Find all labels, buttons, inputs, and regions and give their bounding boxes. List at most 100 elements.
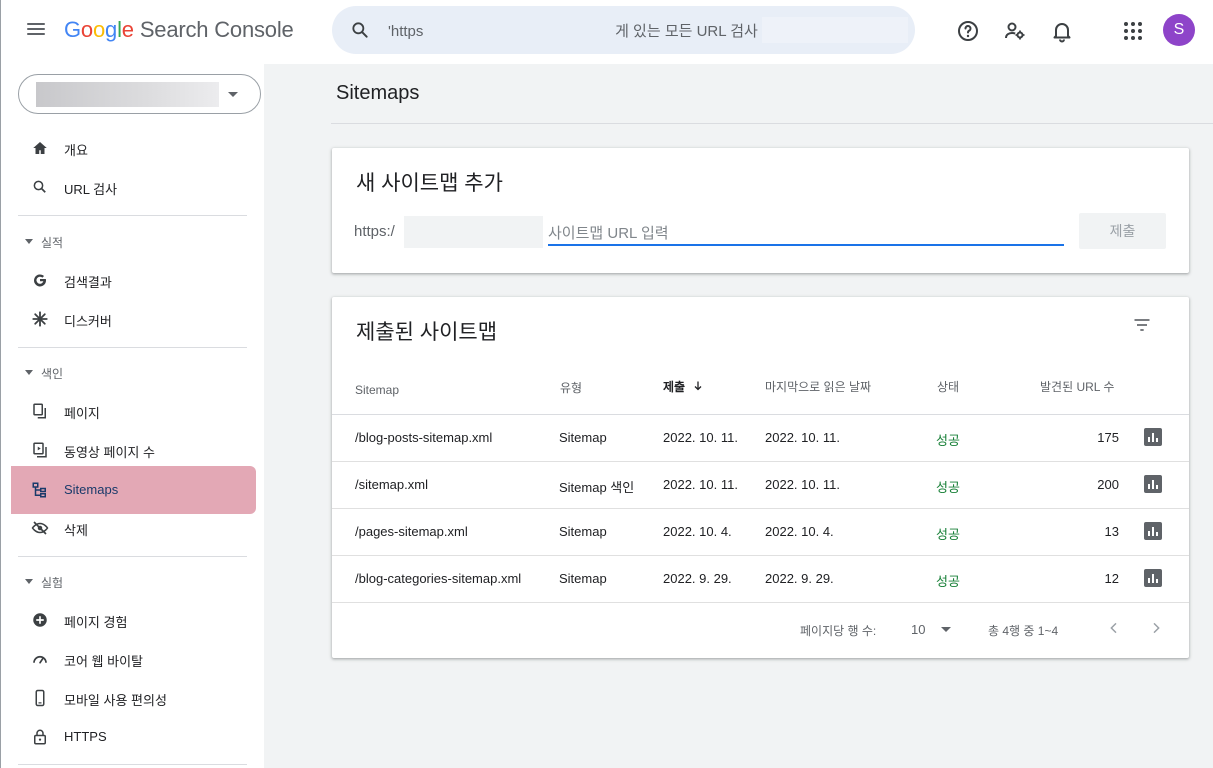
rows-per-page-select[interactable]: 10 xyxy=(911,622,925,637)
sidebar-section-performance[interactable]: 실적 xyxy=(1,232,251,252)
discovered-url-count: 12 xyxy=(1104,571,1119,586)
add-sitemap-title: 새 사이트맵 추가 xyxy=(356,172,503,195)
phone-icon xyxy=(35,689,45,707)
collapse-triangle-icon xyxy=(25,239,33,244)
sidebar-divider xyxy=(18,215,247,216)
table-header: Sitemap 유형 제출 마지막으로 읽은 날짜 상태 발견된 URL 수 xyxy=(332,375,1189,415)
sidebar-section-indexing[interactable]: 색인 xyxy=(1,363,251,383)
table-row[interactable]: /sitemap.xml Sitemap 색인 2022. 10. 11. 20… xyxy=(332,462,1189,509)
col-type[interactable]: 유형 xyxy=(560,379,582,396)
account-avatar[interactable]: S xyxy=(1163,14,1195,46)
submitted-date: 2022. 10. 11. xyxy=(663,477,738,492)
sidebar-item-search-results[interactable]: 검색결과 xyxy=(1,261,251,299)
status-badge: 성공 xyxy=(936,433,960,448)
bar-chart-icon[interactable] xyxy=(1144,522,1162,540)
gauge-icon xyxy=(33,655,47,664)
table-pagination: 페이지당 행 수: 10 총 4행 중 1~4 xyxy=(332,615,1189,643)
submitted-date: 2022. 10. 11. xyxy=(663,430,738,445)
title-divider xyxy=(331,123,1213,124)
pages-icon xyxy=(33,403,46,419)
manage-users-icon[interactable] xyxy=(1003,19,1027,43)
sidebar-item-page-experience[interactable]: 페이지 경험 xyxy=(1,601,251,639)
submitted-date: 2022. 10. 4. xyxy=(663,524,732,539)
submitted-sitemaps-card: 제출된 사이트맵 Sitemap 유형 제출 마지막으로 읽은 날짜 상태 발견… xyxy=(332,297,1189,658)
product-name: Search Console xyxy=(139,17,294,42)
bar-chart-icon[interactable] xyxy=(1144,569,1162,587)
bar-chart-icon[interactable] xyxy=(1144,475,1162,493)
col-submitted[interactable]: 제출 xyxy=(663,378,704,395)
last-read-date: 2022. 9. 29. xyxy=(765,571,834,586)
page-title: Sitemaps xyxy=(336,82,420,104)
status-badge: 성공 xyxy=(936,480,960,495)
search-console-logo[interactable]: Google Search Console xyxy=(64,17,294,43)
sidebar-item-url-inspection[interactable]: URL 검사 xyxy=(1,168,251,206)
search-icon xyxy=(33,180,46,193)
submitted-sitemaps-title: 제출된 사이트맵 xyxy=(356,321,498,344)
eye-off-icon xyxy=(31,521,49,535)
sidebar-item-sitemaps[interactable]: Sitemaps xyxy=(11,466,256,514)
video-pages-icon xyxy=(33,442,47,458)
submit-sitemap-button[interactable]: 제출 xyxy=(1079,213,1166,249)
status-badge: 성공 xyxy=(936,574,960,589)
rows-per-page-caret-icon[interactable] xyxy=(941,627,951,632)
sidebar-item-removals[interactable]: 삭제 xyxy=(1,509,251,547)
sitemap-url-prefix: https:/ xyxy=(354,223,395,240)
sitemap-path: /sitemap.xml xyxy=(355,477,428,492)
url-inspection-search-bar[interactable] xyxy=(332,6,915,54)
help-icon[interactable] xyxy=(956,19,980,43)
col-status[interactable]: 상태 xyxy=(937,378,959,395)
sitemap-path: /blog-posts-sitemap.xml xyxy=(355,430,493,445)
sitemap-type: Sitemap 색인 xyxy=(559,480,635,495)
sidebar-divider xyxy=(18,556,247,557)
col-submitted-label: 제출 xyxy=(663,380,686,394)
sitemap-icon xyxy=(32,482,46,498)
redacted-domain xyxy=(404,216,543,248)
last-read-date: 2022. 10. 11. xyxy=(765,430,840,445)
submitted-date: 2022. 9. 29. xyxy=(663,571,732,586)
property-selector[interactable] xyxy=(18,74,261,114)
sidebar-section-experience[interactable]: 실험 xyxy=(1,572,251,592)
col-sitemap[interactable]: Sitemap xyxy=(355,383,399,397)
filter-icon[interactable] xyxy=(1132,315,1152,335)
search-icon[interactable] xyxy=(350,20,370,40)
main-menu-icon[interactable] xyxy=(25,20,47,42)
discovered-url-count: 175 xyxy=(1097,430,1119,445)
redacted-property-name xyxy=(36,82,219,107)
status-badge: 성공 xyxy=(936,527,960,542)
asterisk-icon xyxy=(32,311,48,327)
sitemap-type: Sitemap xyxy=(559,571,607,586)
col-last-read[interactable]: 마지막으로 읽은 날짜 xyxy=(765,378,871,395)
sidebar-item-core-web-vitals[interactable]: 코어 웹 바이탈 xyxy=(1,640,251,678)
google-g-icon xyxy=(34,274,47,287)
sidebar-item-https[interactable]: HTTPS xyxy=(1,718,251,756)
sidebar-divider xyxy=(18,347,247,348)
sort-arrow-down-icon xyxy=(694,381,702,391)
sidebar-item-overview[interactable]: 개요 xyxy=(1,129,251,167)
sidebar-item-pages[interactable]: 페이지 xyxy=(1,392,251,430)
sitemap-path: /pages-sitemap.xml xyxy=(355,524,468,539)
table-row[interactable]: /blog-posts-sitemap.xml Sitemap 2022. 10… xyxy=(332,415,1189,462)
collapse-triangle-icon xyxy=(25,370,33,375)
sitemap-type: Sitemap xyxy=(559,430,607,445)
discovered-url-count: 13 xyxy=(1104,524,1119,539)
bar-chart-icon[interactable] xyxy=(1144,428,1162,446)
sidebar-item-mobile-usability[interactable]: 모바일 사용 편의성 xyxy=(1,679,251,717)
top-app-bar: GoogleSearch Console S xyxy=(0,0,1213,64)
sidebar-item-video-pages[interactable]: 동영상 페이지 수 xyxy=(1,431,251,469)
table-row[interactable]: /pages-sitemap.xml Sitemap 2022. 10. 4. … xyxy=(332,509,1189,556)
sitemap-type: Sitemap xyxy=(559,524,607,539)
notifications-bell-icon[interactable] xyxy=(1050,19,1074,43)
apps-grid-icon[interactable] xyxy=(1121,19,1145,43)
col-discovered-urls[interactable]: 발견된 URL 수 xyxy=(1040,378,1114,395)
sitemap-path: /blog-categories-sitemap.xml xyxy=(355,571,522,586)
chevron-left-icon[interactable] xyxy=(1106,620,1122,636)
sidebar: 개요 URL 검사 실적 검색결과 디스커버 색인 페이지 동영상 페이지 수 … xyxy=(0,64,264,768)
last-read-date: 2022. 10. 4. xyxy=(765,524,834,539)
rows-per-page-label: 페이지당 행 수: xyxy=(800,624,877,638)
sitemap-url-input[interactable] xyxy=(548,222,1064,246)
chevron-right-icon[interactable] xyxy=(1148,620,1164,636)
redacted-property-url xyxy=(762,17,908,43)
sidebar-item-discover[interactable]: 디스커버 xyxy=(1,300,251,338)
pagination-range: 총 4행 중 1~4 xyxy=(988,624,1059,638)
table-row[interactable]: /blog-categories-sitemap.xml Sitemap 202… xyxy=(332,556,1189,603)
